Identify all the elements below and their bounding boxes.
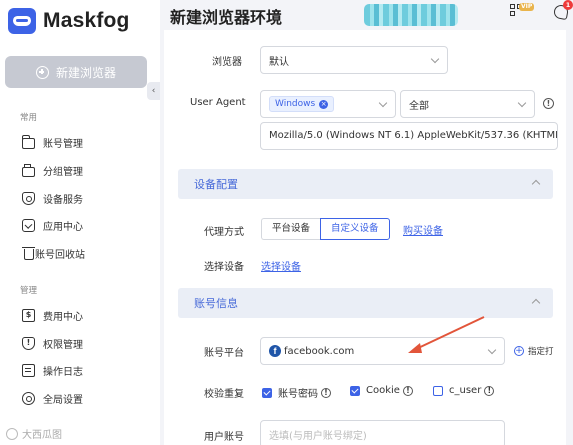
info-icon[interactable]: !: [321, 387, 331, 398]
username-label: 用户账号: [204, 432, 244, 443]
log-doc-icon: [22, 363, 35, 377]
dedupe-option-password[interactable]: 账号密码 !: [262, 385, 331, 400]
new-browser-label: 新建浏览器: [55, 65, 116, 80]
trash-icon: [21, 246, 35, 260]
device-config-section-header[interactable]: 设备配置: [178, 169, 553, 199]
platform-select[interactable]: f facebook.com: [260, 337, 505, 365]
key-shield-icon: !: [22, 336, 35, 350]
sidebar-item-label: 应用中心: [43, 221, 83, 233]
checkbox-unchecked[interactable]: [433, 385, 443, 396]
version-select-value: 全部: [409, 100, 429, 112]
browser-label: 浏览器: [212, 57, 242, 68]
page-title: 新建浏览器环境: [170, 8, 283, 27]
sidebar-item-operation-log[interactable]: 操作日志: [22, 362, 83, 378]
watermark: 大西瓜图: [6, 426, 62, 441]
user-agent-input[interactable]: Mozilla/5.0 (Windows NT 6.1) AppleWebKit…: [260, 122, 558, 150]
vip-badge: VIP: [519, 3, 535, 11]
folder-icon: [21, 134, 35, 149]
account-info-section-header[interactable]: 账号信息: [178, 288, 553, 318]
dedupe-check-label: 校验重复: [204, 389, 244, 400]
sidebar-item-label: 设备服务: [43, 194, 83, 206]
dedupe-option-cookie[interactable]: Cookie !: [350, 385, 413, 396]
checkbox-checked[interactable]: [262, 387, 272, 398]
section-title-common: 常用: [20, 113, 38, 123]
sidebar-item-label: 全局设置: [43, 394, 83, 406]
proxy-option-custom[interactable]: 自定义设备: [320, 218, 390, 240]
sidebar-item-label: 账号回收站: [35, 249, 85, 261]
scrollbar[interactable]: [566, 30, 573, 445]
sidebar-item-billing[interactable]: $ 费用中心: [22, 307, 83, 323]
chevron-down-icon: [378, 98, 388, 108]
plus-circle-icon: [35, 65, 49, 79]
os-tag-chip[interactable]: Windows ×: [269, 96, 335, 112]
blurred-account-badge: [364, 4, 458, 26]
sidebar-item-label: 费用中心: [43, 311, 83, 323]
checkbox-label: c_user: [449, 385, 482, 396]
user-agent-label: User Agent: [190, 97, 246, 108]
sidebar-item-device-service[interactable]: 设备服务: [22, 190, 83, 206]
sidebar-item-label: 账号管理: [43, 138, 83, 150]
chevron-down-icon: [430, 54, 440, 64]
dedupe-option-cuser[interactable]: c_user !: [433, 385, 495, 396]
remove-tag-icon[interactable]: ×: [319, 99, 329, 109]
version-select[interactable]: 全部: [400, 90, 535, 118]
sidebar-item-account-management[interactable]: 账号管理: [21, 134, 83, 150]
sidebar: Maskfog 新建浏览器 ‹ 常用 账号管理 分组管理 设备服务 应用中心 账…: [0, 0, 160, 445]
platform-select-value: facebook.com: [284, 345, 355, 357]
sidebar-item-global-settings[interactable]: 全局设置: [22, 390, 83, 406]
os-tag-select[interactable]: Windows ×: [260, 90, 396, 118]
section-title-management: 管理: [20, 286, 38, 296]
chevron-up-icon: [531, 298, 541, 308]
checkbox-label: Cookie: [366, 385, 400, 396]
new-browser-button[interactable]: 新建浏览器: [5, 56, 147, 88]
sidebar-item-group-management[interactable]: 分组管理: [22, 162, 83, 178]
dollar-icon: $: [22, 308, 35, 322]
info-icon[interactable]: !: [484, 385, 495, 396]
chevron-down-icon: [487, 345, 497, 355]
section-title: 账号信息: [194, 297, 238, 310]
app-box-icon: [22, 218, 35, 232]
proxy-method-segmented: 平台设备 自定义设备: [261, 218, 390, 240]
collapse-sidebar-chevron-icon[interactable]: ‹: [147, 82, 160, 100]
add-platform-icon[interactable]: +: [514, 346, 524, 356]
sidebar-item-label: 权限管理: [43, 339, 83, 351]
sidebar-item-app-center[interactable]: 应用中心: [22, 217, 83, 233]
chevron-up-icon: [531, 179, 541, 189]
browser-select-value: 默认: [269, 56, 289, 68]
select-device-label: 选择设备: [204, 262, 244, 273]
chevron-down-icon: [517, 98, 527, 108]
account-platform-label: 账号平台: [204, 348, 244, 359]
sidebar-item-permissions[interactable]: ! 权限管理: [22, 335, 83, 351]
buy-device-link[interactable]: 购买设备: [403, 222, 443, 237]
specify-platform-link[interactable]: 指定打: [528, 345, 554, 357]
sidebar-item-label: 分组管理: [43, 166, 83, 178]
location-shield-icon: [22, 191, 35, 205]
app-name: Maskfog: [43, 9, 130, 32]
proxy-method-label: 代理方式: [204, 227, 244, 238]
create-browser-form: 浏览器 默认 User Agent Windows × 全部 ! Mozilla…: [164, 30, 573, 445]
checkbox-checked[interactable]: [350, 385, 360, 396]
section-title: 设备配置: [194, 178, 238, 191]
logo: Maskfog: [8, 8, 130, 34]
mask-logo-icon: [8, 8, 36, 34]
sidebar-item-label: 操作日志: [43, 366, 83, 378]
folder-open-icon: [22, 163, 35, 177]
sidebar-item-recycle-bin[interactable]: 账号回收站: [21, 245, 85, 261]
gear-icon: [22, 391, 35, 405]
select-device-link[interactable]: 选择设备: [261, 258, 301, 273]
checkbox-label: 账号密码: [278, 389, 318, 400]
facebook-icon: f: [269, 345, 281, 357]
watermark-text: 大西瓜图: [22, 430, 62, 441]
app-window: Maskfog 新建浏览器 ‹ 常用 账号管理 分组管理 设备服务 应用中心 账…: [0, 0, 573, 445]
browser-select[interactable]: 默认: [260, 46, 448, 74]
notification-count-badge: 1: [563, 0, 573, 10]
watermark-logo-icon: [6, 427, 18, 440]
username-input[interactable]: 选填(与用户账号绑定): [260, 420, 505, 445]
os-tag-label: Windows: [275, 99, 316, 109]
proxy-option-platform[interactable]: 平台设备: [261, 218, 321, 240]
info-icon[interactable]: !: [402, 385, 413, 396]
info-icon[interactable]: !: [543, 98, 554, 109]
